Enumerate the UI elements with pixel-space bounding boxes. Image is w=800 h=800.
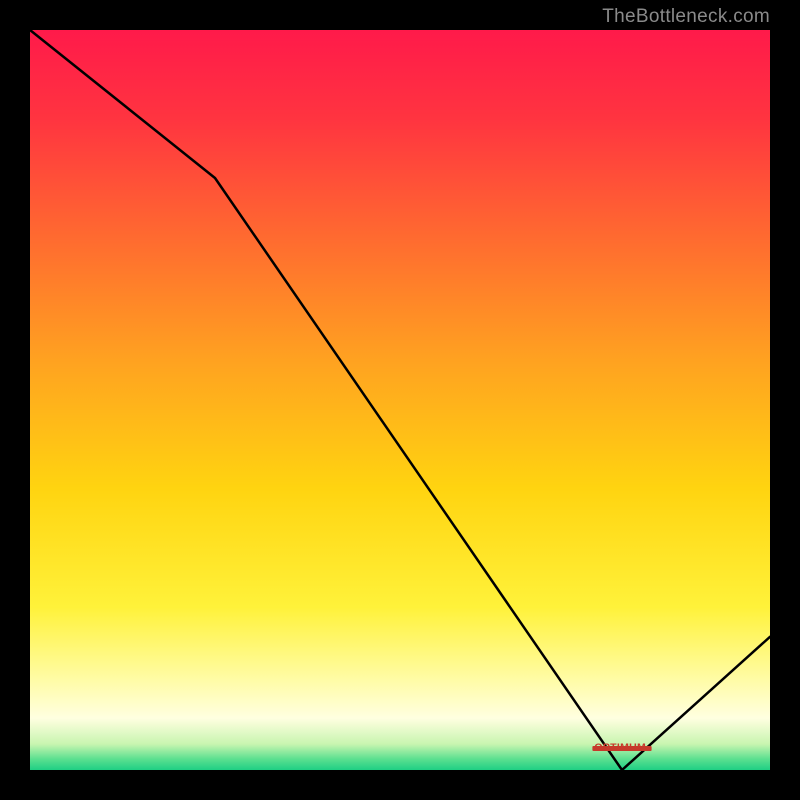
plot-area: OPTIMUM (30, 30, 770, 770)
chart-svg: OPTIMUM (30, 30, 770, 770)
attribution-text: TheBottleneck.com (602, 6, 770, 28)
chart-stage: TheBottleneck.com OPTIMUM (0, 0, 800, 800)
gradient-background (30, 30, 770, 770)
optimum-label: OPTIMUM (594, 742, 646, 754)
